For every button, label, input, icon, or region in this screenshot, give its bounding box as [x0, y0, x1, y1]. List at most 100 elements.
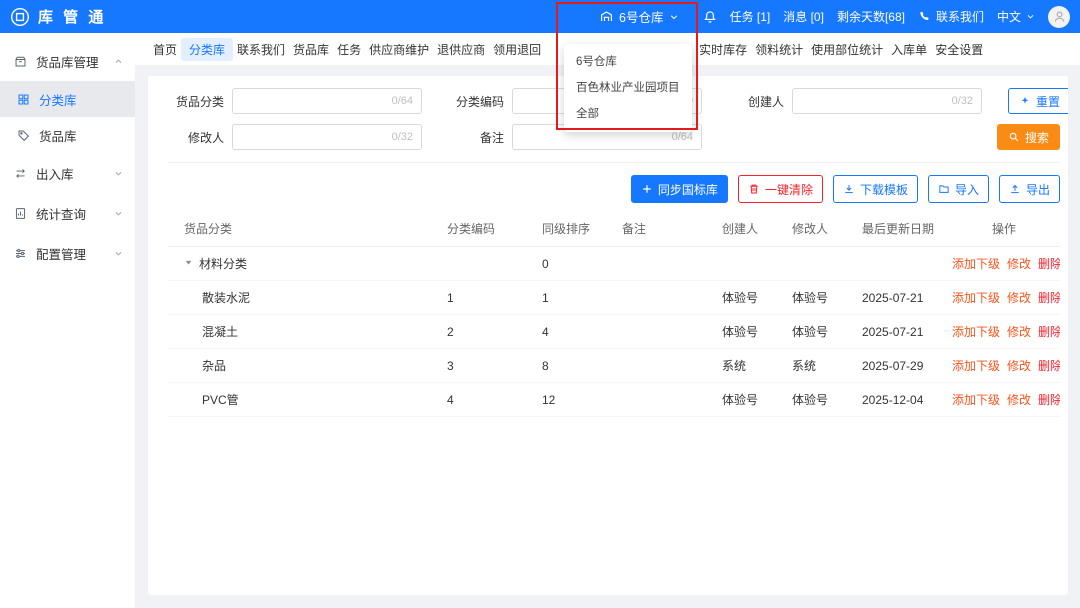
tab-realtime-stock[interactable]: 实时库存 — [695, 38, 751, 61]
topbar: 库 管 通 6号仓库 任务 [1] 消息 [0] 剩余天数[68] — [0, 0, 1080, 33]
days-left-label: 剩余天数[68] — [837, 8, 905, 25]
sync-national-lib-button[interactable]: 同步国标库 — [631, 175, 728, 203]
clear-label: 一键清除 — [765, 181, 813, 198]
add-child-link[interactable]: 添加下级 — [952, 325, 1000, 339]
chevron-down-icon — [114, 249, 123, 258]
sidebar-group-products[interactable]: 货品库管理 — [0, 41, 135, 81]
cell-creator: 体验号 — [718, 383, 788, 417]
add-child-link[interactable]: 添加下级 — [952, 257, 1000, 271]
search-label: 搜索 — [1025, 129, 1049, 146]
cell-name: PVC管 — [168, 383, 443, 417]
export-label: 导出 — [1026, 181, 1050, 198]
chevron-up-icon — [114, 57, 123, 66]
sidebar-item-category-lib[interactable]: 分类库 — [0, 81, 135, 117]
category-input[interactable] — [241, 94, 386, 108]
expand-caret-icon[interactable] — [184, 258, 193, 267]
field-label: 货品分类 — [168, 93, 224, 110]
tab-security-settings[interactable]: 安全设置 — [931, 38, 987, 61]
creator-input[interactable] — [801, 94, 946, 108]
modifier-input[interactable] — [241, 130, 386, 144]
field-label: 创建人 — [728, 93, 784, 110]
download-template-button[interactable]: 下载模板 — [833, 175, 918, 203]
cell-creator — [718, 247, 788, 281]
grid-icon — [17, 93, 30, 106]
chevron-down-icon — [1026, 12, 1035, 21]
tab-category-lib[interactable]: 分类库 — [181, 38, 233, 61]
tab-supplier-maintain[interactable]: 供应商维护 — [365, 38, 433, 61]
cell-modifier: 系统 — [788, 349, 858, 383]
tab-inbound-order[interactable]: 入库单 — [887, 38, 931, 61]
search-icon — [1008, 131, 1020, 143]
tab-contact[interactable]: 联系我们 — [233, 38, 289, 61]
cell-code: 4 — [443, 383, 538, 417]
sync-label: 同步国标库 — [658, 181, 718, 198]
dropdown-item-all[interactable]: 全部 — [564, 101, 692, 127]
cell-note — [618, 247, 718, 281]
cell-code — [443, 247, 538, 281]
warehouse-selector[interactable]: 6号仓库 — [600, 0, 679, 33]
edit-link[interactable]: 修改 — [1007, 393, 1031, 407]
phone-icon — [918, 10, 931, 23]
download-icon — [843, 183, 855, 195]
add-child-link[interactable]: 添加下级 — [952, 359, 1000, 373]
swap-icon — [14, 167, 27, 180]
tab-material-stats[interactable]: 领料统计 — [751, 38, 807, 61]
tab-usage-position-stats[interactable]: 使用部位统计 — [807, 38, 887, 61]
content-card: 货品分类 0/64 分类编码 0/20 创建 — [148, 76, 1068, 595]
sidebar-group-inout[interactable]: 出入库 — [0, 153, 135, 193]
edit-link[interactable]: 修改 — [1007, 291, 1031, 305]
cell-name: 杂品 — [168, 349, 443, 383]
table-row: 材料分类 0 添加下级修改删除 — [168, 247, 1060, 281]
edit-link[interactable]: 修改 — [1007, 325, 1031, 339]
export-button[interactable]: 导出 — [999, 175, 1060, 203]
delete-link[interactable]: 删除 — [1038, 359, 1060, 373]
warehouse-label: 6号仓库 — [619, 7, 663, 26]
sidebar-group-config[interactable]: 配置管理 — [0, 233, 135, 273]
delete-link[interactable]: 删除 — [1038, 257, 1060, 271]
category-name: 材料分类 — [199, 257, 247, 271]
warehouse-dropdown: 6号仓库 百色林业产业园项目 全部 — [564, 44, 692, 132]
edit-link[interactable]: 修改 — [1007, 359, 1031, 373]
contact-link[interactable]: 联系我们 — [918, 8, 984, 25]
note-input[interactable] — [521, 130, 666, 144]
tab-requisition-return[interactable]: 领用退回 — [489, 38, 545, 61]
cell-note — [618, 349, 718, 383]
tasks-link[interactable]: 任务 [1] — [730, 8, 771, 25]
topbar-right: 任务 [1] 消息 [0] 剩余天数[68] 联系我们 中文 — [703, 0, 1070, 33]
search-button[interactable]: 搜索 — [997, 124, 1060, 150]
cell-name: 散装水泥 — [168, 281, 443, 315]
sidebar-group-stats[interactable]: 统计查询 — [0, 193, 135, 233]
tab-goods-lib[interactable]: 货品库 — [289, 38, 333, 61]
cell-modifier: 体验号 — [788, 281, 858, 315]
import-button[interactable]: 导入 — [928, 175, 989, 203]
add-child-link[interactable]: 添加下级 — [952, 291, 1000, 305]
delete-link[interactable]: 删除 — [1038, 325, 1060, 339]
delete-link[interactable]: 删除 — [1038, 291, 1060, 305]
reset-button[interactable]: 重置 — [1008, 88, 1068, 114]
dropdown-item-warehouse-6[interactable]: 6号仓库 — [564, 49, 692, 75]
cell-modifier — [788, 247, 858, 281]
tab-tasks[interactable]: 任务 — [333, 38, 365, 61]
sidebar-item-goods-lib[interactable]: 货品库 — [0, 117, 135, 153]
bell-icon[interactable] — [703, 10, 717, 24]
clear-all-button[interactable]: 一键清除 — [738, 175, 823, 203]
add-child-link[interactable]: 添加下级 — [952, 393, 1000, 407]
delete-link[interactable]: 删除 — [1038, 393, 1060, 407]
sidebar-group-label: 统计查询 — [36, 204, 114, 223]
cell-ops: 添加下级修改删除 — [948, 349, 1060, 383]
download-template-label: 下载模板 — [860, 181, 908, 198]
tab-home[interactable]: 首页 — [149, 38, 181, 61]
field-label: 备注 — [448, 129, 504, 146]
category-table: 货品分类 分类编码 同级排序 备注 创建人 修改人 最后更新日期 操作 材料分类 — [168, 211, 1060, 417]
reset-icon — [1019, 95, 1031, 107]
dropdown-item-baise-project[interactable]: 百色林业产业园项目 — [564, 75, 692, 101]
cell-note — [618, 315, 718, 349]
avatar[interactable] — [1048, 6, 1070, 28]
cell-modifier: 体验号 — [788, 315, 858, 349]
table-row: 散装水泥 1 1 体验号 体验号 2025-07-21 添加下级修改删除 — [168, 281, 1060, 315]
tab-return-supplier[interactable]: 退供应商 — [433, 38, 489, 61]
language-selector[interactable]: 中文 — [997, 8, 1035, 25]
sidebar: 货品库管理 分类库 货品库 — [0, 33, 135, 608]
edit-link[interactable]: 修改 — [1007, 257, 1031, 271]
messages-link[interactable]: 消息 [0] — [783, 8, 824, 25]
